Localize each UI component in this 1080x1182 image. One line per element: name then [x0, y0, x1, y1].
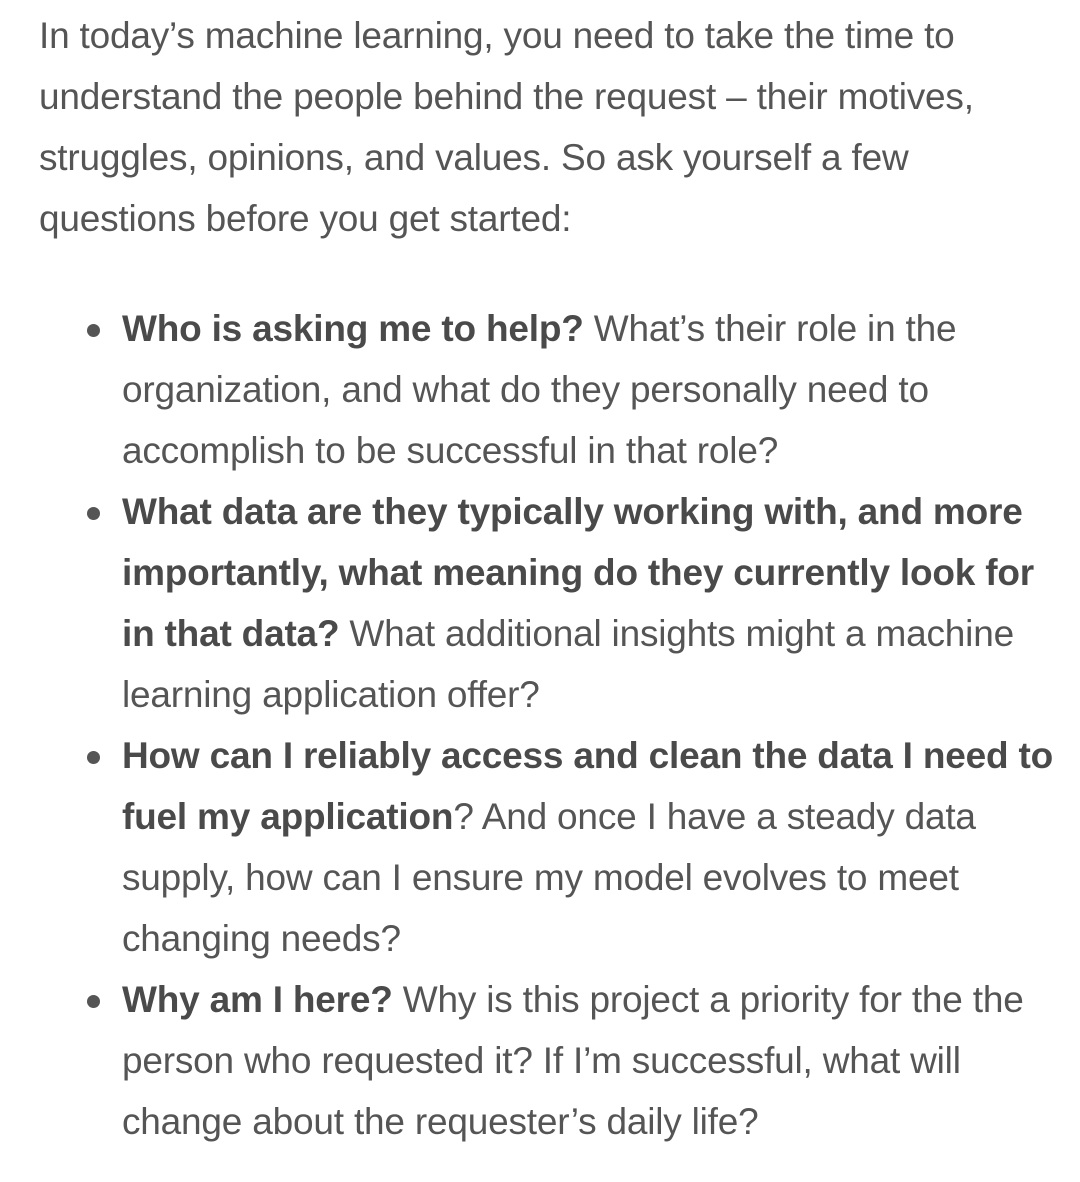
list-item: How can I reliably access and clean the …	[87, 725, 1057, 969]
bullet-icon	[87, 324, 100, 337]
list-item: Why am I here? Why is this project a pri…	[87, 969, 1057, 1152]
article-body: In today’s machine learning, you need to…	[39, 5, 1053, 1142]
question-list: Who is asking me to help? What’s their r…	[87, 298, 1057, 1152]
question-heading: Why am I here?	[122, 979, 393, 1020]
list-item: What data are they typically working wit…	[87, 481, 1057, 725]
bullet-icon	[87, 751, 100, 764]
bullet-icon	[87, 995, 100, 1008]
bullet-icon	[87, 507, 100, 520]
list-item: Who is asking me to help? What’s their r…	[87, 298, 1057, 481]
question-heading: Who is asking me to help?	[122, 308, 584, 349]
intro-paragraph: In today’s machine learning, you need to…	[39, 15, 974, 239]
